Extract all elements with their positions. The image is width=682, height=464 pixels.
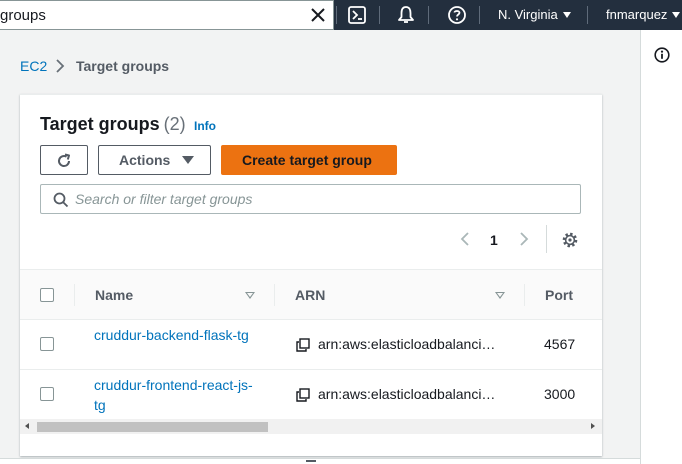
horizontal-scrollbar[interactable]	[20, 419, 602, 434]
close-icon[interactable]	[309, 6, 327, 24]
nav-divider	[479, 6, 480, 24]
chevron-down-icon	[562, 12, 571, 18]
target-group-arn: arn:aws:elasticloadbalanci…	[318, 336, 496, 352]
caret-down-icon	[182, 156, 194, 164]
actions-label: Actions	[119, 152, 171, 168]
nav-divider	[428, 6, 429, 24]
scroll-left-icon[interactable]	[25, 423, 29, 429]
row-checkbox[interactable]	[40, 387, 54, 401]
split-panel-bar	[0, 458, 640, 464]
breadcrumb-ec2-link[interactable]: EC2	[20, 58, 47, 74]
table-row[interactable]: cruddur-backend-flask-tg arn:aws:elastic…	[20, 320, 602, 370]
table-header: Name ARN Port	[20, 269, 602, 320]
target-group-name-link[interactable]: cruddur-backend-flask-tg	[94, 325, 264, 345]
next-page-icon[interactable]	[516, 230, 532, 248]
filter-bar	[40, 184, 581, 214]
column-header-port[interactable]: Port	[545, 287, 573, 303]
sort-icon[interactable]	[245, 292, 255, 299]
cloudshell-icon[interactable]	[347, 5, 367, 25]
account-name: fnmarquez	[606, 7, 668, 22]
region-selector[interactable]: N. Virginia	[498, 7, 571, 22]
info-link[interactable]: Info	[194, 119, 216, 133]
create-target-group-label: Create target group	[242, 152, 372, 168]
help-icon[interactable]	[447, 5, 467, 25]
refresh-button[interactable]	[40, 145, 88, 175]
chevron-down-icon	[672, 12, 681, 18]
top-navigation-bar: groups N. Virginia fnmarquez	[0, 0, 682, 30]
refresh-icon	[58, 153, 71, 167]
item-count: (2)	[163, 114, 186, 134]
drag-handle[interactable]	[306, 460, 316, 462]
scroll-right-icon[interactable]	[591, 423, 595, 429]
global-search-value[interactable]: groups	[0, 7, 46, 24]
chevron-right-icon	[56, 59, 65, 73]
target-group-arn: arn:aws:elasticloadbalanci…	[318, 386, 496, 402]
previous-page-icon[interactable]	[457, 230, 473, 248]
sort-icon[interactable]	[495, 292, 505, 299]
gear-icon[interactable]	[561, 231, 579, 249]
column-header-arn[interactable]: ARN	[295, 287, 325, 303]
copy-icon[interactable]	[296, 388, 310, 402]
target-groups-table: Name ARN Port cruddur-backend-flask-tg a…	[20, 269, 602, 434]
region-label: N. Virginia	[498, 7, 558, 22]
global-search-field[interactable]: groups	[0, 0, 334, 30]
pagination-divider	[546, 225, 547, 253]
nav-divider	[379, 6, 380, 24]
info-icon[interactable]	[654, 47, 670, 63]
target-group-name-link[interactable]: cruddur-frontend-react-js-tg	[94, 375, 264, 415]
select-all-checkbox[interactable]	[40, 288, 54, 302]
scrollbar-thumb[interactable]	[37, 422, 268, 432]
actions-button[interactable]: Actions	[98, 145, 211, 175]
column-divider	[74, 284, 75, 306]
column-header-name[interactable]: Name	[95, 287, 133, 303]
create-target-group-button[interactable]: Create target group	[221, 145, 397, 175]
tools-panel	[640, 30, 682, 464]
page-title: Target groups (2)	[40, 114, 186, 135]
copy-icon[interactable]	[296, 338, 310, 352]
table-row[interactable]: cruddur-frontend-react-js-tg arn:aws:ela…	[20, 370, 602, 420]
column-divider	[274, 284, 275, 306]
account-menu[interactable]: fnmarquez	[606, 7, 681, 22]
target-group-port: 3000	[544, 386, 576, 402]
target-groups-panel: Target groups (2) Info Actions Create tar…	[20, 94, 602, 456]
breadcrumb-current: Target groups	[76, 58, 170, 74]
search-icon	[53, 192, 69, 208]
current-page-number[interactable]: 1	[490, 232, 498, 248]
row-checkbox[interactable]	[40, 337, 54, 351]
target-group-port: 4567	[544, 336, 576, 352]
page-title-text: Target groups	[40, 114, 160, 134]
nav-divider	[336, 6, 337, 24]
nav-divider	[587, 6, 588, 24]
column-divider	[524, 284, 525, 306]
bell-icon[interactable]	[396, 5, 416, 25]
filter-input[interactable]	[75, 189, 565, 209]
